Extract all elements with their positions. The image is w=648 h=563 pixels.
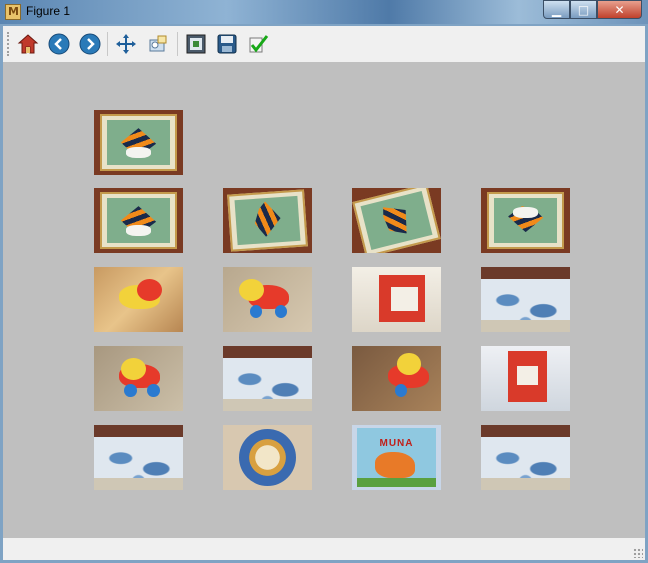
status-bar — [3, 538, 645, 560]
figure-window: M Figure 1 ▁ □ ✕ MUNA — [0, 0, 648, 563]
home-button[interactable] — [15, 31, 41, 57]
image-thumbnail — [352, 267, 441, 332]
image-thumbnail — [352, 188, 441, 253]
subplots-icon — [186, 34, 206, 54]
window-controls: ▁ □ ✕ — [543, 0, 642, 20]
maximize-button[interactable]: □ — [570, 0, 597, 19]
image-thumbnail — [223, 267, 312, 332]
edit-parameters-button[interactable] — [245, 31, 271, 57]
image-thumbnail — [94, 425, 183, 490]
minimize-button[interactable]: ▁ — [543, 0, 570, 19]
image-thumbnail — [94, 110, 183, 175]
image-thumbnail — [481, 346, 570, 411]
resize-grip-icon[interactable] — [633, 548, 643, 558]
image-thumbnail — [352, 346, 441, 411]
forward-arrow-icon — [79, 33, 101, 55]
back-arrow-icon — [48, 33, 70, 55]
zoom-rect-icon — [149, 35, 167, 52]
checkmark-icon — [249, 35, 269, 53]
navigation-toolbar — [3, 26, 645, 63]
zoom-button[interactable] — [145, 31, 171, 57]
home-icon — [17, 34, 39, 54]
subplots-button[interactable] — [183, 31, 209, 57]
forward-button[interactable] — [77, 31, 103, 57]
save-button[interactable] — [214, 31, 240, 57]
image-thumbnail: MUNA — [352, 425, 441, 490]
toolbar-grip[interactable] — [7, 32, 12, 56]
image-thumbnail — [94, 346, 183, 411]
image-thumbnail — [481, 425, 570, 490]
floppy-disk-icon — [217, 34, 237, 54]
book-title-text: MUNA — [379, 438, 414, 450]
close-button[interactable]: ✕ — [597, 0, 642, 19]
image-thumbnail — [94, 188, 183, 253]
image-thumbnail — [223, 188, 312, 253]
image-thumbnail — [223, 425, 312, 490]
image-thumbnail — [94, 267, 183, 332]
matplotlib-app-icon: M — [5, 4, 21, 20]
pan-button[interactable] — [113, 31, 139, 57]
image-thumbnail — [223, 346, 312, 411]
toolbar-separator — [107, 32, 108, 56]
image-thumbnail — [481, 188, 570, 253]
back-button[interactable] — [46, 31, 72, 57]
title-bar[interactable]: M Figure 1 ▁ □ ✕ — [0, 0, 648, 24]
image-thumbnail — [481, 267, 570, 332]
move-icon — [116, 34, 136, 54]
window-title: Figure 1 — [26, 4, 71, 18]
figure-canvas[interactable]: MUNA — [3, 62, 645, 538]
toolbar-separator — [177, 32, 178, 56]
